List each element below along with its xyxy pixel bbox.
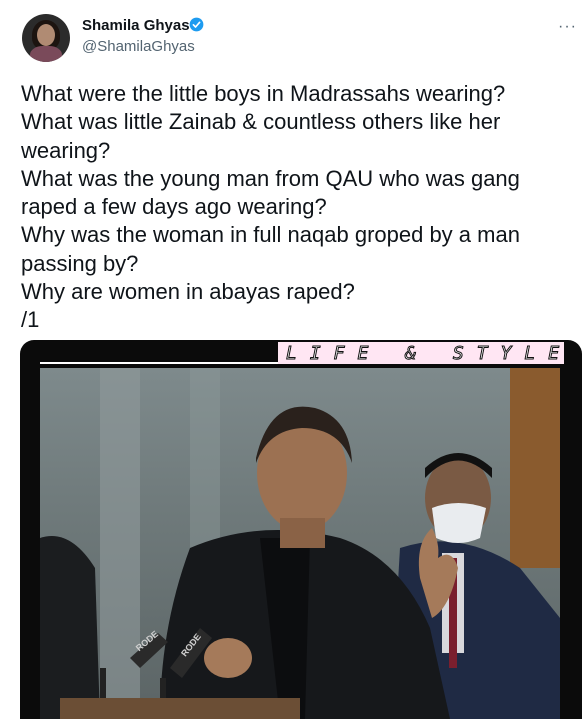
tweet-line: raped a few days ago wearing? xyxy=(21,194,327,220)
tweet-line: Why are women in abayas raped? xyxy=(21,279,355,305)
life-and-style-banner: LIFE & STYLE xyxy=(278,342,564,365)
author-name[interactable]: Shamila Ghyas xyxy=(82,17,190,34)
tweet-line: Why was the woman in full naqab groped b… xyxy=(21,222,520,248)
press-conference-photo: RODE RODE xyxy=(40,368,560,719)
tweet-line: /1 xyxy=(21,307,40,333)
tweet-image[interactable]: LIFE & STYLE RODE RODE xyxy=(20,340,582,719)
avatar-body xyxy=(30,46,62,62)
more-options-icon[interactable]: ··· xyxy=(558,18,577,36)
banner-text: LIFE & STYLE xyxy=(285,343,573,365)
avatar-face xyxy=(37,24,55,46)
tweet-line: What were the little boys in Madrassahs … xyxy=(21,81,506,106)
author-handle[interactable]: @ShamilaGhyas xyxy=(82,38,195,55)
tweet-text: What were the little boys in Madrassahs … xyxy=(21,80,561,335)
people-illustration xyxy=(40,406,560,719)
frame-line-top xyxy=(40,362,280,364)
tweet-line: passing by? xyxy=(21,250,139,276)
tweet[interactable]: Shamila Ghyas @ShamilaGhyas ··· What wer… xyxy=(0,0,582,719)
tweet-line: wearing? xyxy=(21,137,111,163)
tweet-line: What was little Zainab & countless other… xyxy=(21,109,501,135)
verified-badge-icon xyxy=(189,17,204,32)
avatar[interactable] xyxy=(22,14,70,62)
tweet-line: What was the young man from QAU who was … xyxy=(21,165,520,191)
